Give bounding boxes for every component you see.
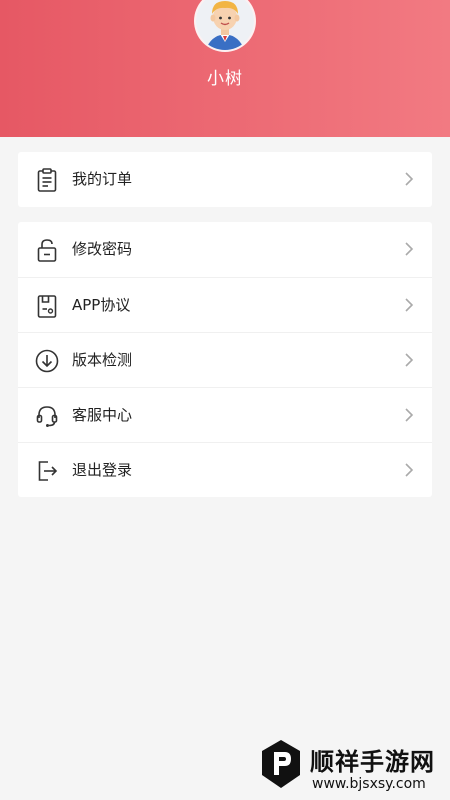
chevron-right-icon — [402, 170, 416, 188]
menu-item-customer-service[interactable]: 客服中心 — [18, 387, 432, 443]
download-circle-icon — [34, 348, 60, 374]
menu-item-label: 客服中心 — [72, 406, 133, 424]
chevron-right-icon — [402, 406, 416, 424]
profile-header: 小树 — [0, 0, 450, 137]
watermark-name: 顺祥手游网 — [310, 748, 435, 776]
avatar[interactable] — [196, 0, 254, 50]
logout-icon — [34, 458, 60, 484]
menu-item-logout[interactable]: 退出登录 — [18, 442, 432, 498]
watermark-logo-icon — [260, 738, 302, 790]
orders-card: 我的订单 — [18, 152, 432, 207]
document-icon — [34, 293, 60, 319]
menu-item-label: APP协议 — [72, 296, 131, 314]
menu-item-app-agreement[interactable]: APP协议 — [18, 277, 432, 333]
avatar-icon — [196, 0, 254, 50]
menu-item-label: 版本检测 — [72, 351, 133, 369]
menu-item-label: 退出登录 — [72, 461, 133, 479]
menu-item-version-check[interactable]: 版本检测 — [18, 332, 432, 388]
menu-item-orders[interactable]: 我的订单 — [18, 152, 432, 207]
menu-item-label: 修改密码 — [72, 240, 133, 258]
watermark-url: www.bjsxsy.com — [312, 776, 426, 792]
menu-item-label: 我的订单 — [72, 170, 133, 188]
username: 小树 — [207, 69, 243, 89]
chevron-right-icon — [402, 351, 416, 369]
menu-item-change-password[interactable]: 修改密码 — [18, 222, 432, 277]
chevron-right-icon — [402, 461, 416, 479]
chevron-right-icon — [402, 296, 416, 314]
headset-icon — [34, 403, 60, 429]
chevron-right-icon — [402, 240, 416, 258]
clipboard-icon — [34, 167, 60, 193]
site-watermark: 顺祥手游网 www.bjsxsy.com — [260, 736, 450, 800]
settings-card: 修改密码 APP协议 版本检测 客服中心 退出登录 — [18, 222, 432, 497]
unlock-icon — [34, 237, 60, 263]
